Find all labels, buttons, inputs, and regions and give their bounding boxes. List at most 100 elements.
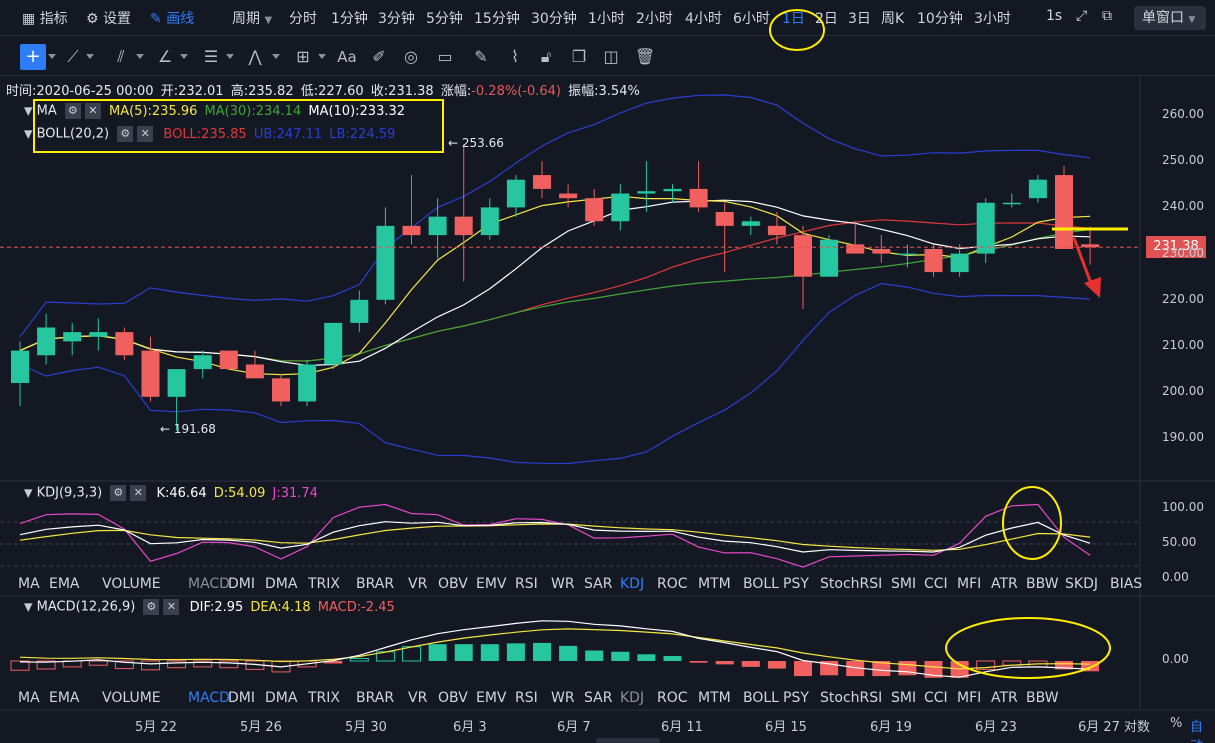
date-tick-label: 6月 23	[975, 720, 1017, 735]
tab-dmi[interactable]: DMI	[228, 576, 255, 592]
kdj-d-line	[19, 523, 1091, 551]
tab-bbw[interactable]: BBW	[1026, 690, 1059, 706]
auto-toggle[interactable]: 自动	[1190, 716, 1215, 743]
high-annotation: ← 253.66	[448, 136, 504, 150]
candle-body	[454, 216, 473, 236]
tab-wr[interactable]: WR	[551, 690, 575, 706]
gear-icon[interactable]: ⚙	[110, 485, 127, 501]
log-toggle[interactable]: 对数	[1124, 716, 1150, 735]
tab-dma[interactable]: DMA	[265, 576, 297, 592]
candle-body	[324, 322, 343, 365]
tab-smi[interactable]: SMI	[891, 576, 916, 592]
candle-body	[585, 198, 604, 222]
tab-roc[interactable]: ROC	[657, 690, 688, 706]
tab-psy[interactable]: PSY	[783, 690, 809, 706]
tab-obv[interactable]: OBV	[438, 690, 468, 706]
tab-sar[interactable]: SAR	[584, 576, 612, 592]
candle-body	[193, 355, 212, 370]
d-value: D:54.09	[213, 485, 266, 501]
tab-brar[interactable]: BRAR	[356, 576, 394, 592]
candle-body	[402, 225, 421, 236]
tab-dma[interactable]: DMA	[265, 690, 297, 706]
tab-atr[interactable]: ATR	[991, 576, 1018, 592]
tab-boll[interactable]: BOLL	[743, 690, 779, 706]
tab-obv[interactable]: OBV	[438, 576, 468, 592]
candle-body	[37, 327, 56, 356]
tab-trix[interactable]: TRIX	[308, 690, 340, 706]
gear-icon[interactable]: ⚙	[143, 599, 160, 615]
tab-sar[interactable]: SAR	[584, 690, 612, 706]
scroll-handle[interactable]	[596, 738, 660, 743]
date-tick-label: 5月 22	[135, 720, 177, 735]
tab-kdj[interactable]: KDJ	[620, 576, 644, 592]
tab-skdj[interactable]: SKDJ	[1065, 576, 1098, 592]
tab-bbw[interactable]: BBW	[1026, 576, 1059, 592]
tab-volume[interactable]: VOLUME	[102, 576, 161, 592]
legend-highlight-box	[33, 99, 444, 153]
candle-body	[611, 193, 630, 222]
tab-atr[interactable]: ATR	[991, 690, 1018, 706]
tab-cci[interactable]: CCI	[924, 690, 948, 706]
macd-bar	[480, 644, 499, 661]
tab-stochrsi[interactable]: StochRSI	[820, 576, 882, 592]
tab-vr[interactable]: VR	[408, 690, 427, 706]
tab-psy[interactable]: PSY	[783, 576, 809, 592]
period-highlight-ellipse	[769, 9, 825, 51]
tab-mtm[interactable]: MTM	[698, 690, 731, 706]
tab-ma[interactable]: MA	[18, 690, 40, 706]
tab-wr[interactable]: WR	[551, 576, 575, 592]
tab-emv[interactable]: EMV	[476, 576, 507, 592]
tab-cci[interactable]: CCI	[924, 576, 948, 592]
macd-bar	[219, 660, 239, 669]
macd-bar	[167, 660, 187, 669]
candle-body	[298, 364, 317, 402]
tab-bias[interactable]: BIAS	[1110, 576, 1142, 592]
tab-smi[interactable]: SMI	[891, 690, 916, 706]
tab-ema[interactable]: EMA	[49, 576, 80, 592]
tab-volume[interactable]: VOLUME	[102, 690, 161, 706]
close-icon[interactable]: ✕	[130, 485, 147, 501]
k-value: K:46.64	[156, 485, 207, 501]
tab-ema[interactable]: EMA	[49, 690, 80, 706]
tab-vr[interactable]: VR	[408, 576, 427, 592]
candle-body	[1002, 202, 1021, 205]
close-icon[interactable]: ✕	[163, 599, 180, 615]
tab-dmi[interactable]: DMI	[228, 690, 255, 706]
tab-brar[interactable]: BRAR	[356, 690, 394, 706]
tab-boll[interactable]: BOLL	[743, 576, 779, 592]
tab-mfi[interactable]: MFI	[957, 576, 981, 592]
tab-rsi[interactable]: RSI	[515, 690, 538, 706]
candle-body	[428, 216, 447, 236]
candle-body	[89, 332, 108, 337]
candle-body	[167, 369, 186, 397]
tab-rsi[interactable]: RSI	[515, 576, 538, 592]
tab-mfi[interactable]: MFI	[957, 690, 981, 706]
indicator-tabs-upper: MA EMA VOLUME MACD DMI DMA TRIX BRAR VR OBV EMV RSI…	[0, 574, 1142, 596]
tab-mtm[interactable]: MTM	[698, 576, 731, 592]
macd-legend: ▼ MACD(12,26,9) ⚙ ✕ DIF:2.95 DEA:4.18 MAC…	[24, 599, 395, 615]
j-value: J:31.74	[272, 485, 318, 501]
indicator-tabs-lower: MA EMA VOLUME MACD DMI DMA TRIX BRAR VR OBV EMV RSI…	[0, 688, 1140, 710]
macd-bar	[402, 646, 421, 662]
candle-body	[11, 350, 29, 383]
axis-tick-label: 0.00	[1162, 570, 1189, 584]
macd-bar	[794, 661, 812, 677]
tab-kdj[interactable]: KDJ	[620, 690, 644, 706]
tab-macd[interactable]: MACD	[188, 576, 230, 592]
candle-body	[741, 221, 760, 226]
tab-macd[interactable]: MACD	[188, 690, 230, 706]
tab-emv[interactable]: EMV	[476, 690, 507, 706]
date-tick-label: 6月 27	[1078, 720, 1120, 735]
date-tick-label: 6月 15	[765, 720, 807, 735]
candle-body	[637, 191, 656, 194]
candle-body	[898, 253, 917, 256]
tab-ma[interactable]: MA	[18, 576, 40, 592]
tab-trix[interactable]: TRIX	[308, 576, 340, 592]
tab-roc[interactable]: ROC	[657, 576, 688, 592]
kdj-legend: ▼ KDJ(9,3,3) ⚙ ✕ K:46.64 D:54.09 J:31.74	[24, 485, 318, 501]
collapse-icon: ▼	[24, 486, 33, 500]
percent-toggle[interactable]: %	[1170, 716, 1182, 731]
macd-bar	[585, 650, 604, 661]
tab-stochrsi[interactable]: StochRSI	[820, 690, 882, 706]
candle-body	[924, 248, 943, 273]
